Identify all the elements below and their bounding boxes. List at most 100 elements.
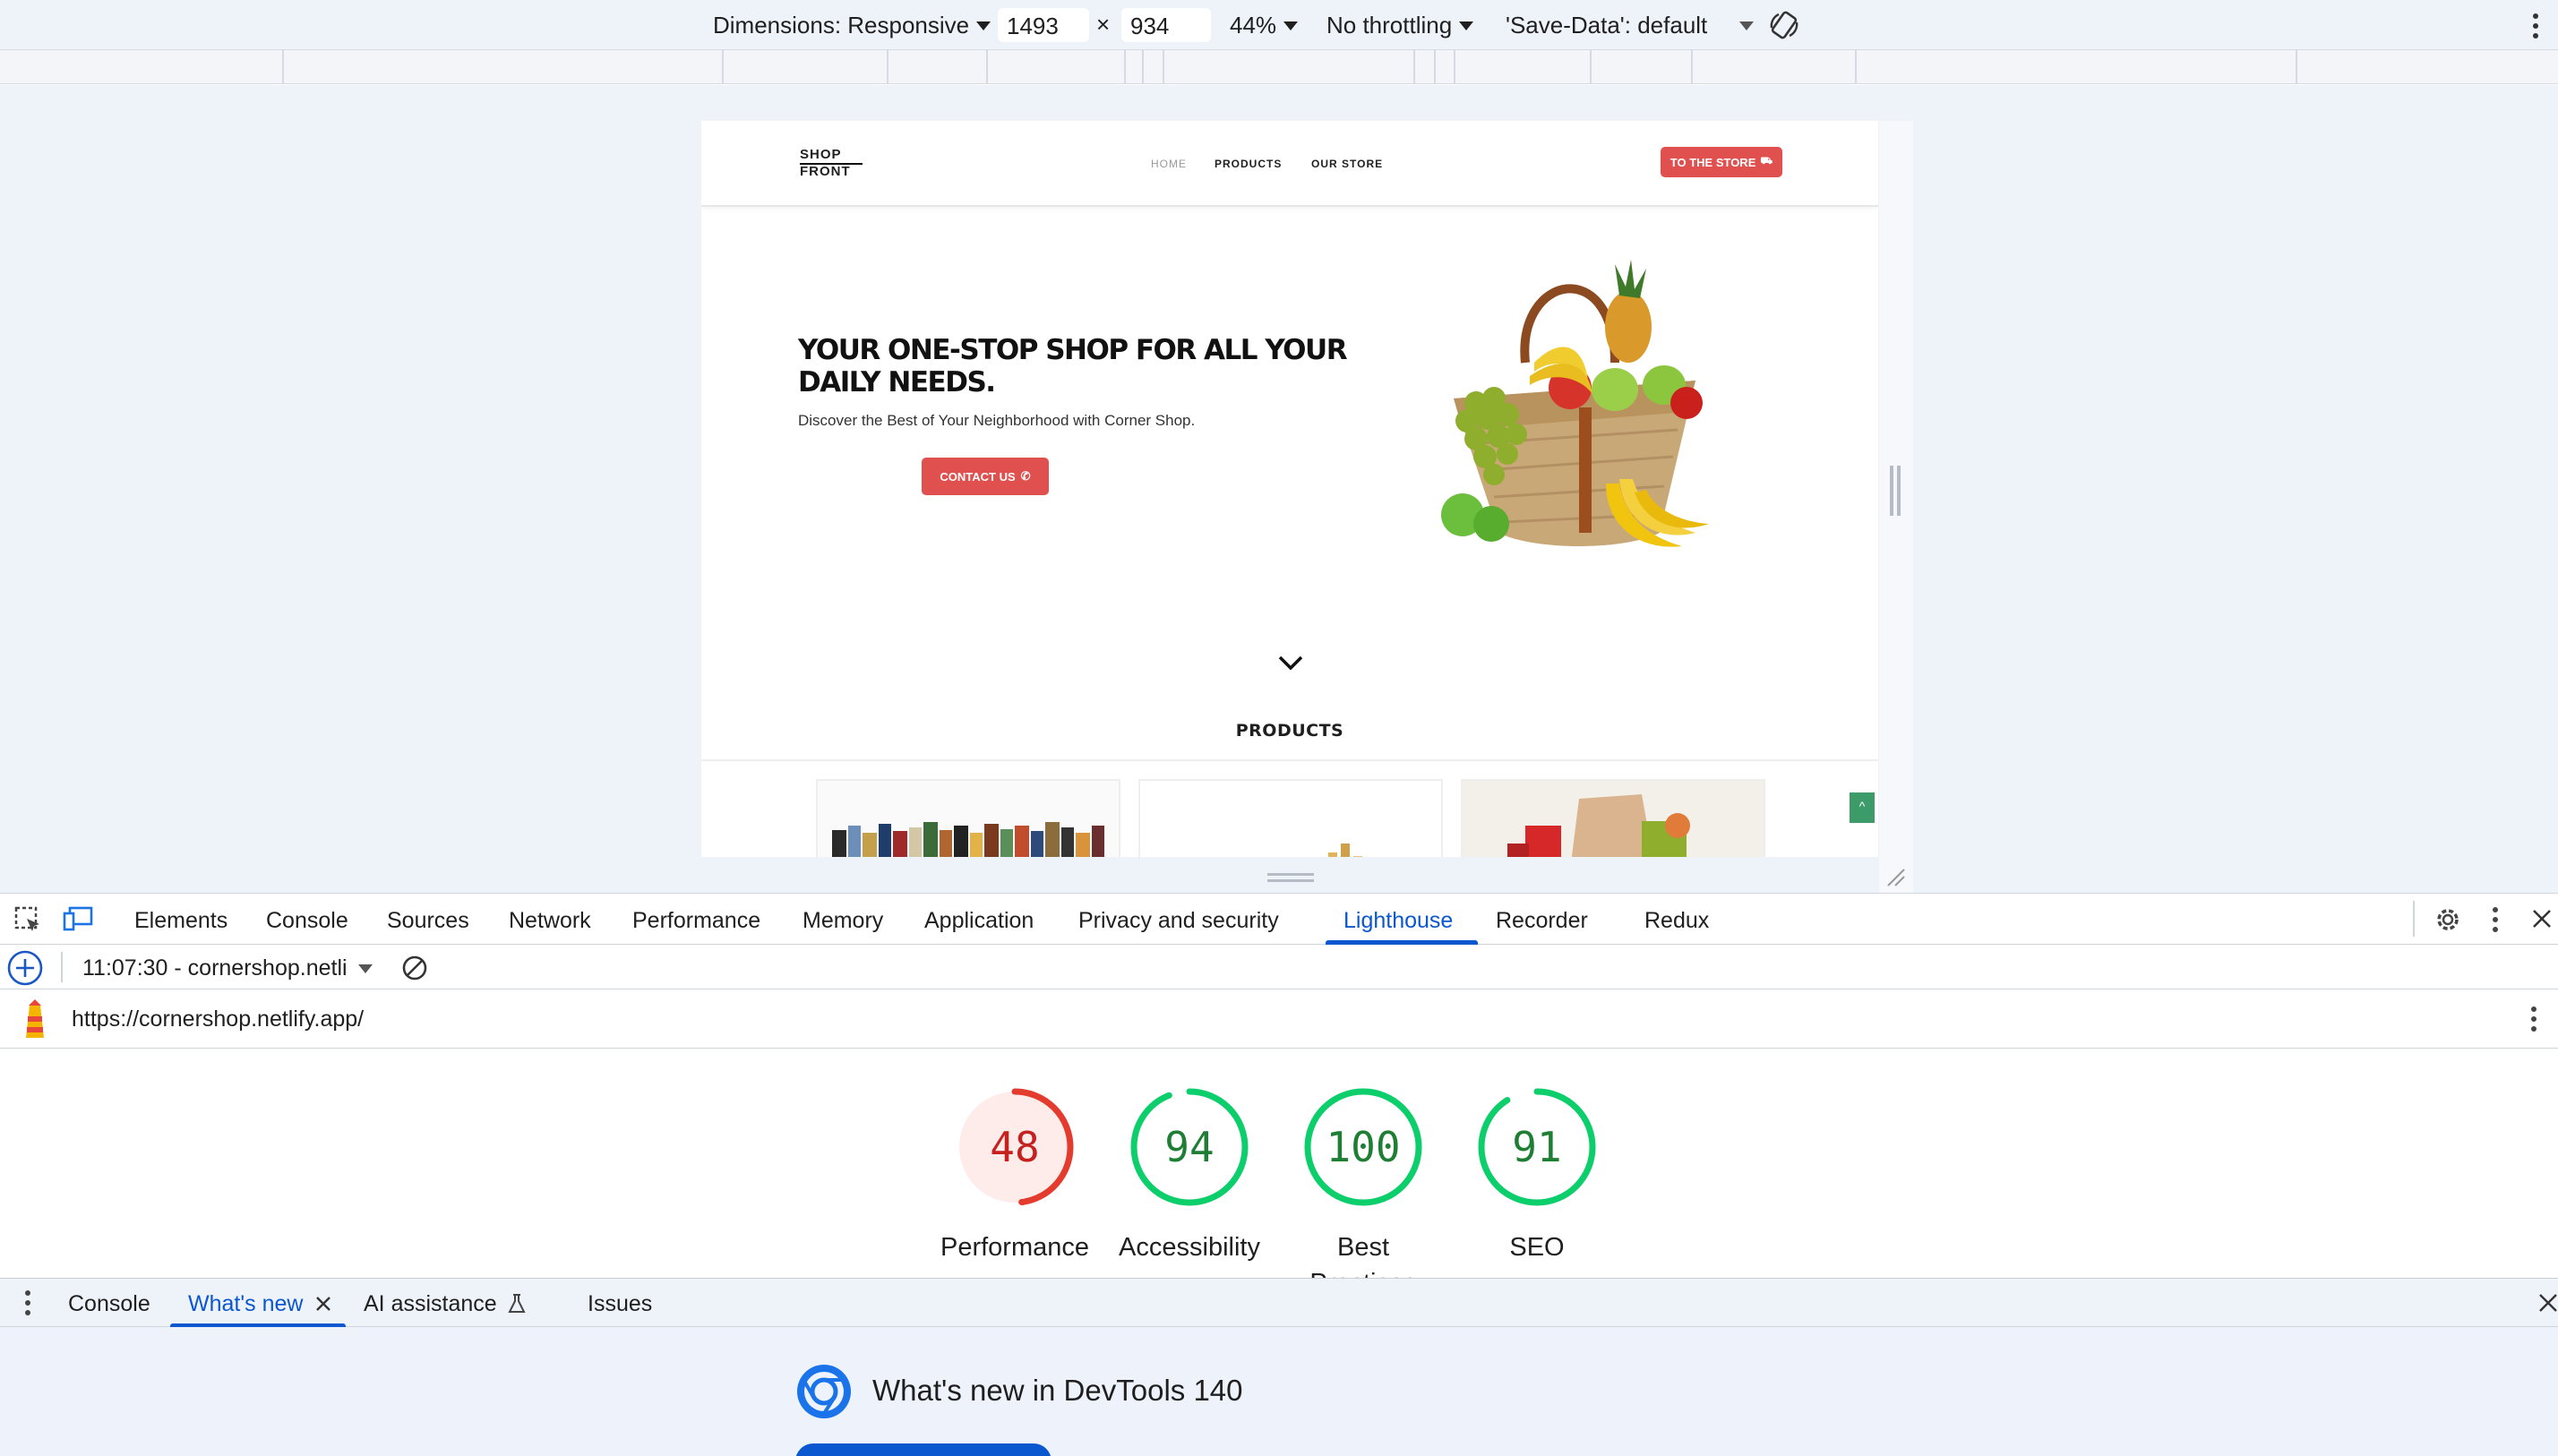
contact-us-button[interactable]: CONTACT US ✆ <box>922 458 1049 495</box>
resize-handle-bottom[interactable] <box>1267 873 1314 876</box>
save-data-dropdown[interactable]: 'Save-Data': default <box>1506 12 1755 39</box>
rotate-icon[interactable] <box>1767 8 1801 42</box>
drawer-tab-bar: Console What's new AI assistance Issues <box>0 1278 2558 1328</box>
logo-rule <box>800 163 863 165</box>
media-query-bar[interactable] <box>0 50 2558 84</box>
score-gauge-performance[interactable]: 48 Performance <box>939 1084 1091 1265</box>
to-the-store-label: TO THE STORE <box>1670 155 1756 169</box>
tab-elements[interactable]: Elements <box>134 908 227 934</box>
tab-lighthouse[interactable]: Lighthouse <box>1343 908 1453 934</box>
device-toolbar: Dimensions: Responsive 1493 × 934 44% No… <box>0 0 2558 50</box>
logo-line-2: FRONT <box>800 164 851 179</box>
tab-redux[interactable]: Redux <box>1644 908 1709 934</box>
tab-memory[interactable]: Memory <box>803 908 883 934</box>
tab-privacy-security[interactable]: Privacy and security <box>1078 908 1279 934</box>
product-card-center[interactable] <box>1138 779 1443 857</box>
dimensions-label: Dimensions: Responsive <box>713 12 970 39</box>
whats-new-panel: What's new in DevTools 140 <box>0 1327 2558 1456</box>
media-query-tick <box>1691 50 1693 84</box>
report-url[interactable]: https://cornershop.netlify.app/ <box>72 1006 364 1032</box>
score-label: SEO <box>1509 1233 1565 1262</box>
scroll-to-top-button[interactable]: ^ <box>1850 792 1875 823</box>
media-query-tick <box>1124 50 1126 84</box>
drawer-tab-whats-new[interactable]: What's new <box>188 1291 303 1317</box>
report-menu-icon[interactable] <box>2529 1006 2538 1032</box>
chevron-down-icon[interactable] <box>1277 654 1304 672</box>
score-value: 48 <box>990 1123 1040 1171</box>
tab-console[interactable]: Console <box>266 908 348 934</box>
chevron-down-icon <box>1459 21 1474 30</box>
drawer-tab-issues[interactable]: Issues <box>588 1291 652 1317</box>
product-card-groceries[interactable] <box>1461 779 1765 857</box>
tab-bar-divider <box>2413 901 2415 937</box>
resize-handle-right[interactable] <box>1890 466 1893 516</box>
score-value: 100 <box>1326 1123 1401 1171</box>
clear-icon[interactable] <box>401 955 428 981</box>
emulated-viewport: SHOP FRONT HOME PRODUCTS OUR STORE TO TH… <box>701 121 1878 857</box>
save-data-label: 'Save-Data': default <box>1506 12 1708 39</box>
tab-application[interactable]: Application <box>924 908 1034 934</box>
height-input[interactable]: 934 <box>1121 8 1211 42</box>
more-options-icon[interactable] <box>2491 906 2500 933</box>
viewport-right-gutter <box>1879 121 1913 893</box>
toolbar-divider <box>61 952 63 982</box>
whats-new-button[interactable] <box>795 1443 1052 1456</box>
throttling-dropdown[interactable]: No throttling <box>1326 12 1474 39</box>
nav-home[interactable]: HOME <box>1151 158 1187 170</box>
score-value: 91 <box>1512 1123 1562 1171</box>
device-toolbar-icon[interactable] <box>63 906 95 933</box>
tab-recorder[interactable]: Recorder <box>1496 908 1588 934</box>
report-selector[interactable]: 11:07:30 - cornershop.netli <box>82 955 373 981</box>
contact-us-label: CONTACT US <box>940 469 1016 484</box>
report-selector-label: 11:07:30 - cornershop.netli <box>82 955 348 981</box>
zoom-dropdown[interactable]: 44% <box>1230 12 1299 39</box>
product-image <box>1328 844 1362 857</box>
score-gauge-accessibility[interactable]: 94 Accessibility <box>1113 1084 1266 1265</box>
lighthouse-report: 48 Performance 94 Accessibility 100 Best… <box>0 1049 2558 1278</box>
inspect-element-icon[interactable] <box>14 906 43 935</box>
lighthouse-logo-icon <box>26 999 44 1038</box>
chevron-down-icon <box>1739 21 1755 30</box>
zoom-label: 44% <box>1230 12 1277 39</box>
more-options-icon[interactable] <box>2531 13 2540 39</box>
dimensions-dropdown[interactable]: Dimensions: Responsive <box>713 12 991 39</box>
score-gauge-seo[interactable]: 91 SEO <box>1461 1084 1613 1265</box>
close-icon[interactable] <box>2531 908 2553 929</box>
media-query-tick <box>722 50 724 84</box>
media-query-tick <box>1413 50 1415 84</box>
drawer-menu-icon[interactable] <box>23 1289 32 1316</box>
score-value: 94 <box>1164 1123 1215 1171</box>
score-gauge-best-practices[interactable]: 100 Best Practices <box>1287 1084 1439 1278</box>
media-query-tick <box>1163 50 1164 84</box>
media-query-tick <box>1855 50 1857 84</box>
tab-performance[interactable]: Performance <box>632 908 760 934</box>
new-report-icon[interactable] <box>7 950 43 986</box>
nav-our-store[interactable]: OUR STORE <box>1311 158 1383 170</box>
drawer-tab-console[interactable]: Console <box>68 1291 150 1317</box>
media-query-tick <box>1142 50 1144 84</box>
media-query-tick <box>986 50 988 84</box>
report-url-bar: https://cornershop.netlify.app/ <box>0 989 2558 1049</box>
fruit-basket-image <box>1441 260 1709 547</box>
logo-line-1: SHOP <box>800 147 842 162</box>
hero-title: YOUR ONE-STOP SHOP FOR ALL YOUR DAILY NE… <box>798 334 1348 398</box>
car-icon: ⛟ <box>1760 156 1773 167</box>
product-card-liquor[interactable] <box>816 779 1120 857</box>
chevron-down-icon <box>357 964 373 973</box>
score-label: Accessibility <box>1119 1233 1260 1262</box>
score-label: Best Practices <box>1309 1233 1416 1278</box>
throttling-label: No throttling <box>1326 12 1453 39</box>
to-the-store-button[interactable]: TO THE STORE ⛟ <box>1661 147 1782 177</box>
close-tab-icon[interactable] <box>315 1296 331 1312</box>
nav-products[interactable]: PRODUCTS <box>1215 158 1282 170</box>
media-query-tick <box>282 50 284 84</box>
experiment-flask-icon <box>508 1294 526 1313</box>
tab-sources[interactable]: Sources <box>387 908 469 934</box>
settings-gear-icon[interactable] <box>2433 904 2463 935</box>
section-divider <box>701 759 1878 761</box>
tab-network[interactable]: Network <box>509 908 591 934</box>
close-drawer-icon[interactable] <box>2538 1293 2558 1313</box>
drawer-tab-ai-assistance[interactable]: AI assistance <box>364 1291 497 1317</box>
width-input[interactable]: 1493 <box>998 8 1089 42</box>
resize-corner-icon[interactable] <box>1884 866 1906 887</box>
